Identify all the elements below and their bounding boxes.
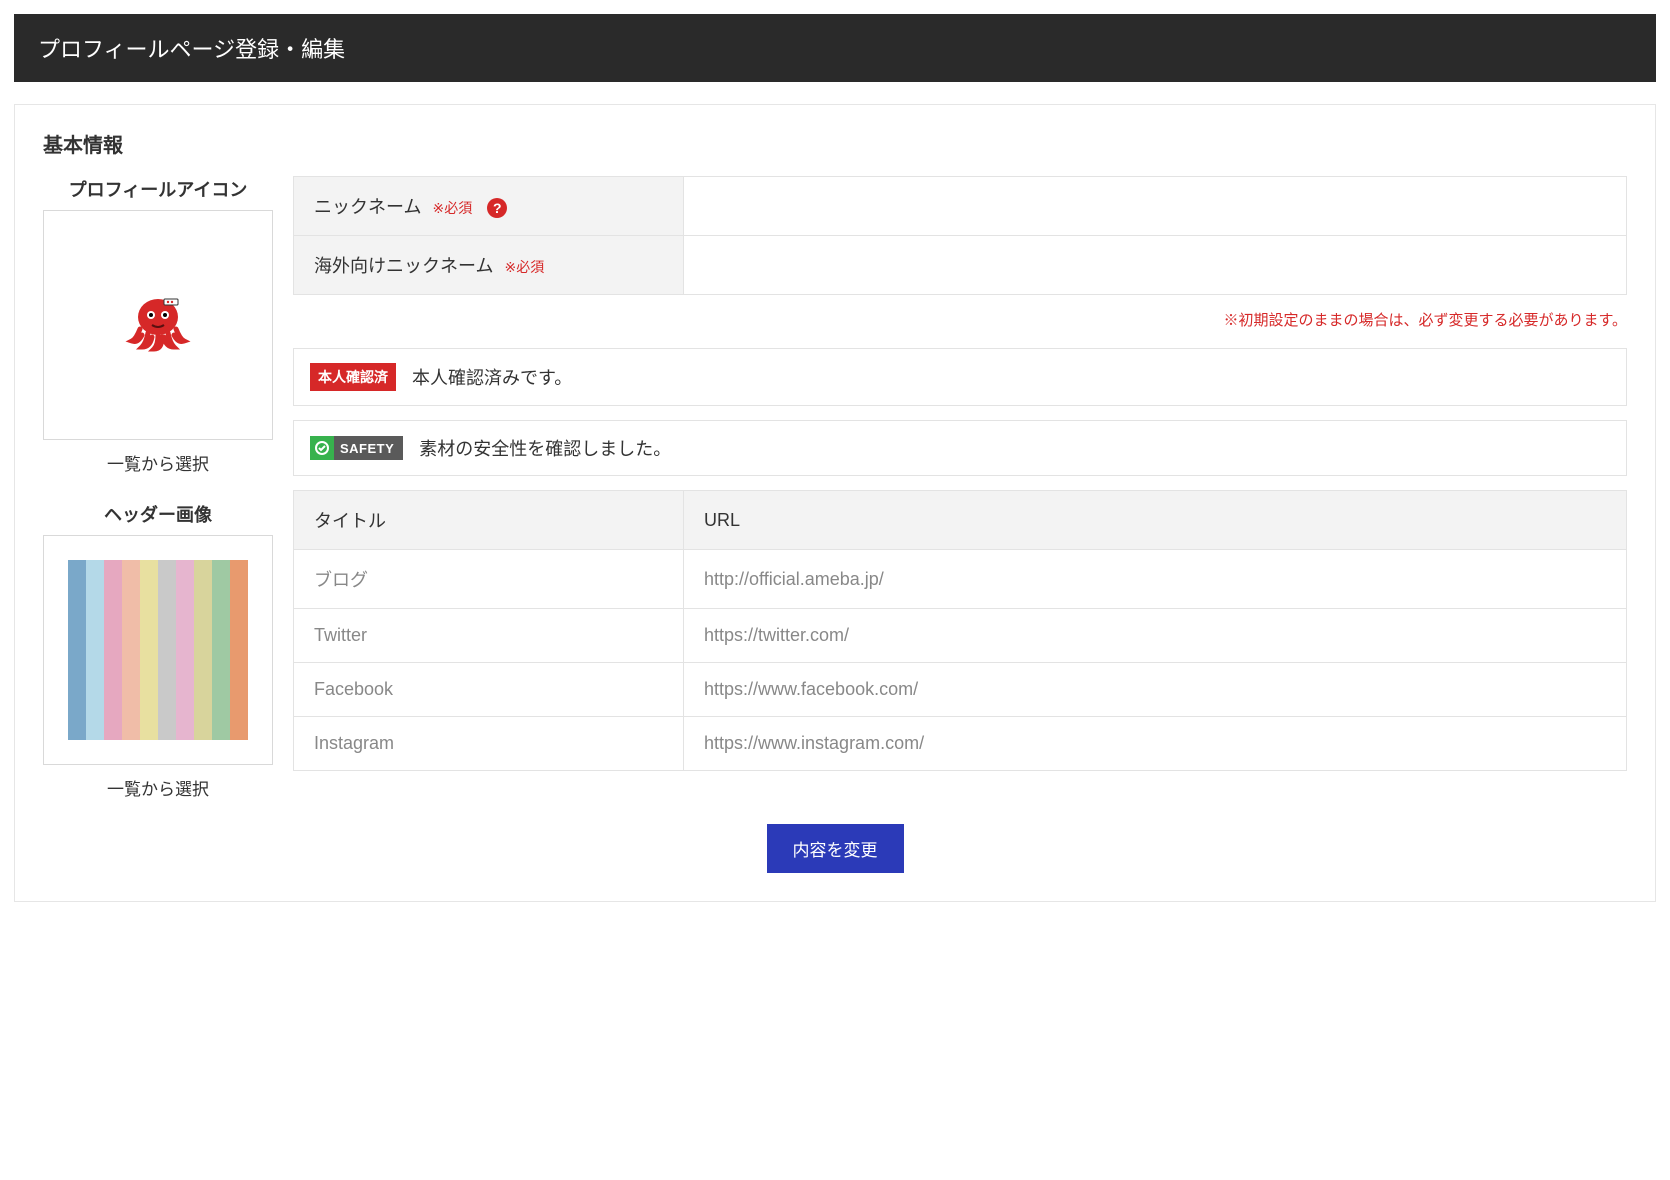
safety-badge-text: SAFETY	[340, 441, 394, 456]
link-title[interactable]: ブログ	[294, 550, 684, 609]
page-title: プロフィールページ登録・編集	[38, 37, 345, 62]
link-url[interactable]: http://official.ameba.jp/	[684, 550, 1627, 609]
submit-button[interactable]: 内容を変更	[767, 824, 904, 873]
help-icon[interactable]: ?	[487, 198, 507, 218]
chalk-image	[68, 560, 248, 740]
content-row: プロフィールアイコン 一覧から選択 ヘッダー画像	[43, 176, 1627, 800]
intl-nickname-required: ※必須	[504, 259, 544, 275]
link-url[interactable]: https://www.instagram.com/	[684, 717, 1627, 771]
safety-badge: SAFETY	[310, 436, 403, 460]
right-column: ニックネーム ※必須 ? 海外向けニックネーム ※必須 ※初期設定のままの場合は…	[293, 176, 1627, 800]
link-title[interactable]: Instagram	[294, 717, 684, 771]
submit-row: 内容を変更	[43, 824, 1627, 873]
links-header-title: タイトル	[294, 491, 684, 550]
link-title[interactable]: Facebook	[294, 663, 684, 717]
identity-verified-row: 本人確認済 本人確認済みです。	[293, 348, 1627, 406]
nickname-label: ニックネーム	[314, 197, 421, 217]
safety-text: 素材の安全性を確認しました。	[419, 435, 671, 461]
links-header-url: URL	[684, 491, 1627, 550]
nickname-row: ニックネーム ※必須 ?	[294, 177, 1627, 236]
header-image-box[interactable]	[43, 535, 273, 765]
nickname-label-cell: ニックネーム ※必須 ?	[294, 177, 684, 236]
intl-nickname-label: 海外向けニックネーム	[314, 256, 493, 276]
verified-text: 本人確認済みです。	[412, 364, 572, 390]
verified-badge: 本人確認済	[310, 363, 396, 391]
profile-icon-select-link[interactable]: 一覧から選択	[107, 450, 209, 475]
link-url[interactable]: https://twitter.com/	[684, 609, 1627, 663]
table-row: ブログ http://official.ameba.jp/	[294, 550, 1627, 609]
warning-text: ※初期設定のままの場合は、必ず変更する必要があります。	[293, 309, 1627, 330]
check-icon	[310, 436, 334, 460]
nickname-value-cell[interactable]	[684, 177, 1627, 236]
profile-icon-label: プロフィールアイコン	[43, 176, 273, 202]
octopus-icon	[122, 287, 194, 364]
section-title: 基本情報	[43, 129, 1627, 158]
profile-icon-box[interactable]	[43, 210, 273, 440]
header-image-label: ヘッダー画像	[43, 501, 273, 527]
intl-nickname-label-cell: 海外向けニックネーム ※必須	[294, 236, 684, 295]
page-header: プロフィールページ登録・編集	[14, 14, 1656, 82]
table-row: Twitter https://twitter.com/	[294, 609, 1627, 663]
left-column: プロフィールアイコン 一覧から選択 ヘッダー画像	[43, 176, 273, 800]
header-image-select-link[interactable]: 一覧から選択	[107, 775, 209, 800]
table-row: Instagram https://www.instagram.com/	[294, 717, 1627, 771]
links-header-row: タイトル URL	[294, 491, 1627, 550]
main-panel: 基本情報 プロフィールアイコン 一覧から選択 ヘッダ	[14, 104, 1656, 902]
intl-nickname-row: 海外向けニックネーム ※必須	[294, 236, 1627, 295]
link-title[interactable]: Twitter	[294, 609, 684, 663]
safety-row: SAFETY 素材の安全性を確認しました。	[293, 420, 1627, 476]
nickname-required: ※必須	[432, 200, 472, 216]
nickname-table: ニックネーム ※必須 ? 海外向けニックネーム ※必須	[293, 176, 1627, 295]
links-table: タイトル URL ブログ http://official.ameba.jp/ T…	[293, 490, 1627, 771]
table-row: Facebook https://www.facebook.com/	[294, 663, 1627, 717]
intl-nickname-value-cell[interactable]	[684, 236, 1627, 295]
link-url[interactable]: https://www.facebook.com/	[684, 663, 1627, 717]
